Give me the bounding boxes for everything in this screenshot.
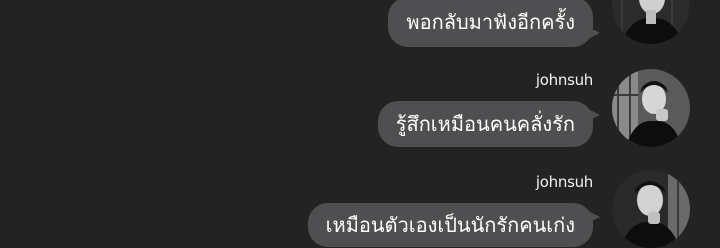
message-bubble[interactable]: รู้สึกเหมือนคนคลั่งรัก <box>377 101 600 147</box>
bubble-tail <box>588 211 600 223</box>
message-text: เหมือนตัวเองเป็นนักรักคนเก่ง <box>325 213 575 237</box>
username[interactable]: johnsuh <box>536 173 593 191</box>
bubble-tail <box>588 27 600 39</box>
user-photo-avatar-icon <box>612 170 690 248</box>
username[interactable]: johnsuh <box>536 71 593 89</box>
user-photo-avatar-icon <box>612 0 690 44</box>
message-bubble[interactable]: เหมือนตัวเองเป็นนักรักคนเก่ง <box>307 203 600 247</box>
message-text: พอกลับมาฟังอีกครั้ง <box>406 10 575 34</box>
user-photo-avatar-icon <box>612 69 690 147</box>
chat-thread: พอกลับมาฟังอีกครั้ง johnsuh รู้สึกเหมือน… <box>0 0 720 248</box>
bubble-tail <box>588 109 600 121</box>
avatar[interactable] <box>612 69 690 147</box>
avatar[interactable] <box>612 0 690 44</box>
message-text: รู้สึกเหมือนคนคลั่งรัก <box>395 112 575 136</box>
message-bubble[interactable]: พอกลับมาฟังอีกครั้ง <box>388 0 600 47</box>
avatar[interactable] <box>612 170 690 248</box>
